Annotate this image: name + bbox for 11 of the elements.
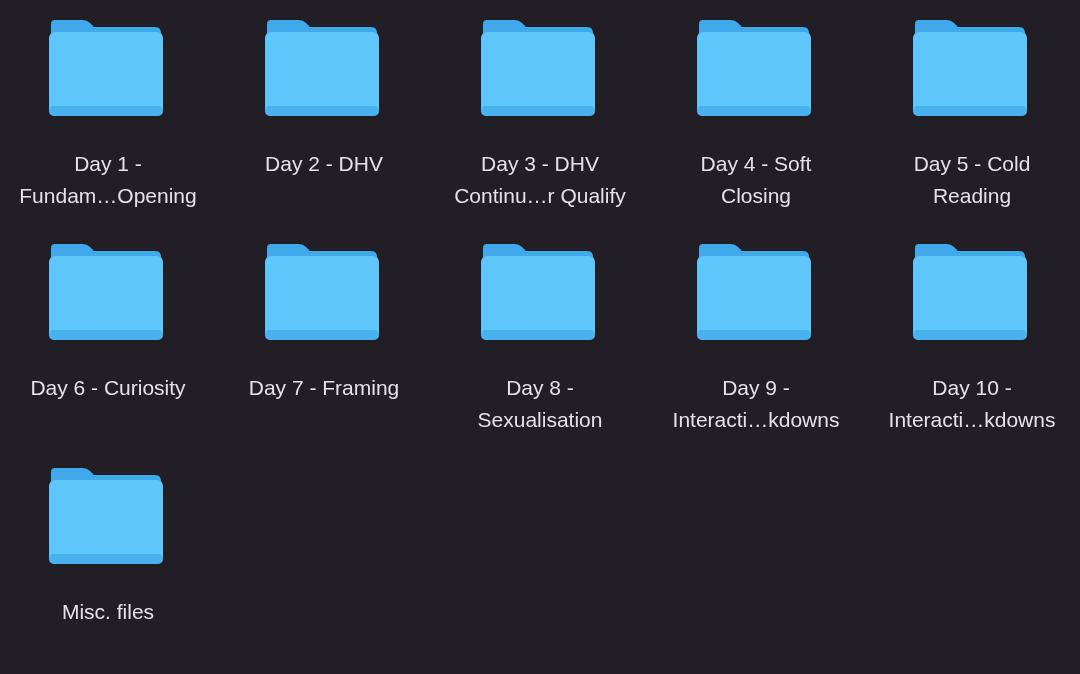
- folder-name: Day 4 - Soft Closing: [700, 151, 812, 209]
- folder-name: Day 9 - Interacti…kdowns: [672, 375, 840, 433]
- folder-name: Day 8 - Sexualisation: [477, 375, 603, 433]
- folder-name: Day 10 - Interacti…kdowns: [888, 375, 1056, 433]
- folder-name: Day 6 - Curiosity: [30, 375, 186, 401]
- folder-name: Day 5 - Cold Reading: [913, 151, 1031, 209]
- folder-name: Day 2 - DHV: [265, 151, 383, 177]
- folder-name: Day 7 - Framing: [248, 375, 400, 401]
- folder-name: Day 1 - Fundam…Opening: [19, 151, 197, 209]
- folder-name: Misc. files: [61, 599, 155, 625]
- folder-name: Day 3 - DHV Continu…r Qualify: [454, 151, 626, 209]
